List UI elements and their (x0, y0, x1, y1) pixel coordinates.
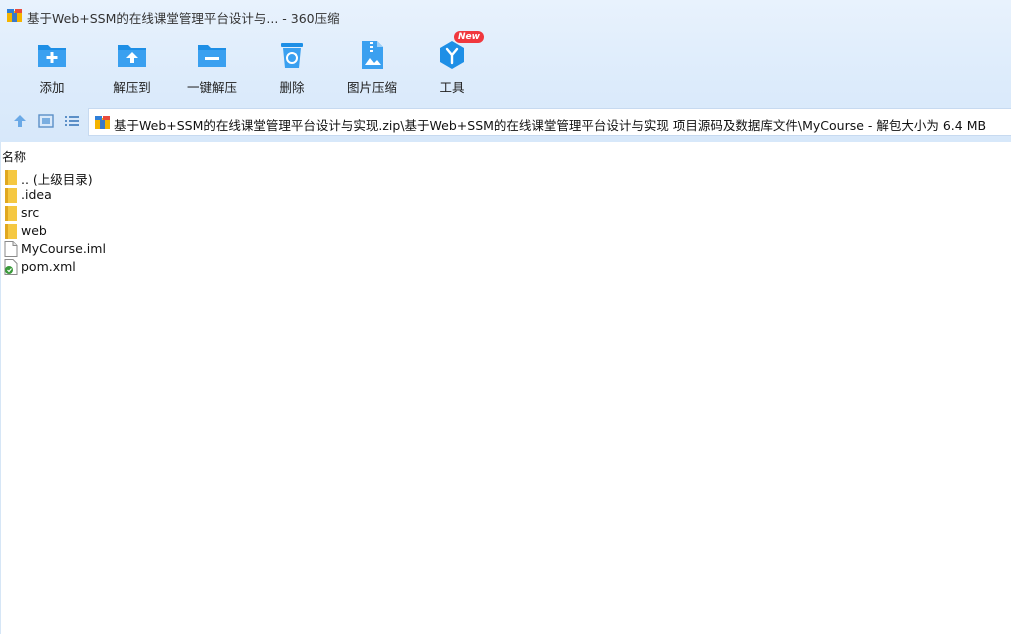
new-badge: New (454, 31, 484, 43)
window-title: 基于Web+SSM的在线课堂管理平台设计与... - 360压缩 (27, 11, 340, 26)
folder-icon (5, 224, 17, 239)
delete-label: 删除 (279, 80, 305, 95)
list-item-pom-xml[interactable]: pom.xml (0, 258, 300, 276)
toolbar: 添加 解压到 一键解压 删除 图片压缩 New 工具 (0, 31, 1011, 102)
image-compress-icon (362, 41, 383, 69)
name-column-header[interactable]: 名称 (2, 148, 26, 165)
list-item-name: .idea (21, 187, 52, 202)
image-compress-button[interactable]: 图片压缩 (334, 36, 410, 98)
list-item-web[interactable]: web (0, 222, 300, 240)
column-header: 名称 (0, 142, 1011, 166)
xml-file-icon (4, 259, 18, 275)
thumbnail-view-icon[interactable] (38, 113, 54, 129)
tools-label: 工具 (439, 80, 465, 95)
address-path: 基于Web+SSM的在线课堂管理平台设计与实现.zip\基于Web+SSM的在线… (114, 118, 987, 133)
extract-to-button[interactable]: 解压到 (94, 36, 170, 98)
one-click-extract-button[interactable]: 一键解压 (174, 36, 250, 98)
tools-icon (440, 41, 464, 69)
navigation-bar: 基于Web+SSM的在线课堂管理平台设计与实现.zip\基于Web+SSM的在线… (0, 106, 1011, 136)
archive-file-icon (95, 116, 110, 129)
list-item-mycourse-iml[interactable]: MyCourse.iml (0, 240, 300, 258)
add-folder-icon (38, 45, 66, 67)
tools-button[interactable]: New 工具 (414, 31, 490, 98)
extract-to-label: 解压到 (113, 80, 151, 95)
list-item-name: web (21, 223, 47, 238)
file-icon (4, 241, 18, 257)
list-item-name: MyCourse.iml (21, 241, 106, 256)
add-label: 添加 (39, 80, 65, 95)
delete-button[interactable]: 删除 (254, 36, 330, 98)
image-compress-label: 图片压缩 (346, 80, 397, 95)
archive-app-icon (7, 9, 22, 22)
list-item-parent-directory[interactable]: .. (上级目录) (0, 168, 300, 187)
one-click-extract-label: 一键解压 (186, 80, 237, 95)
list-view-icon[interactable] (64, 113, 80, 129)
extract-to-icon (118, 45, 146, 67)
folder-icon (5, 188, 17, 203)
folder-icon (5, 206, 17, 221)
add-button[interactable]: 添加 (14, 36, 90, 98)
list-item-name: pom.xml (21, 259, 76, 274)
list-item-src[interactable]: src (0, 204, 300, 222)
address-bar[interactable]: 基于Web+SSM的在线课堂管理平台设计与实现.zip\基于Web+SSM的在线… (88, 108, 1011, 136)
up-arrow-icon[interactable] (12, 113, 28, 129)
recycle-bin-icon (281, 43, 303, 68)
list-item-name: src (21, 205, 40, 220)
title-bar: 基于Web+SSM的在线课堂管理平台设计与... - 360压缩 (0, 0, 1011, 32)
one-click-extract-icon (198, 45, 226, 67)
list-item-idea[interactable]: .idea (0, 186, 300, 204)
folder-icon (5, 170, 17, 185)
